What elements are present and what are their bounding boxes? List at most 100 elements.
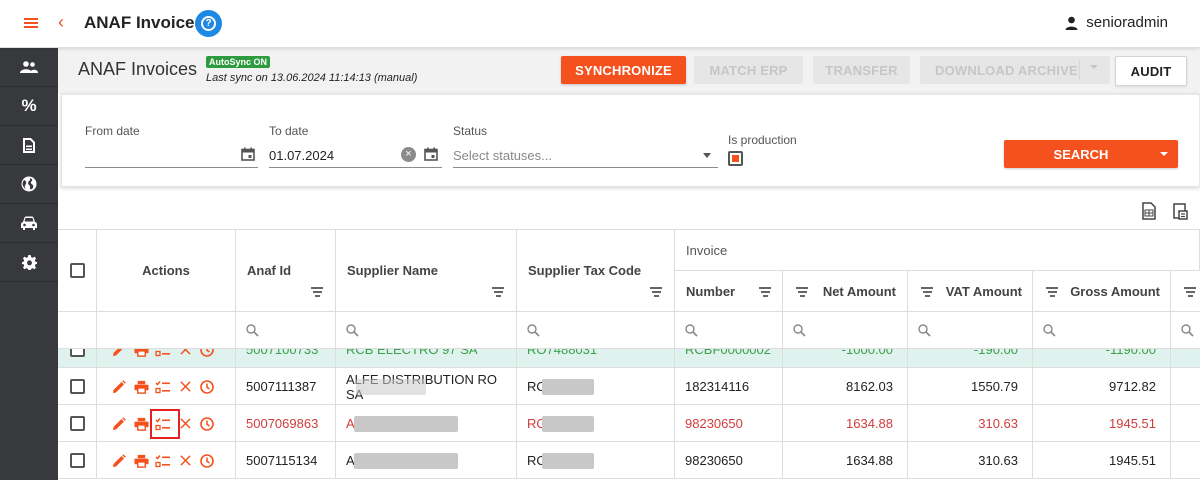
filter-net-amount[interactable]: [783, 312, 908, 349]
sidebar-item-percent[interactable]: %: [0, 87, 58, 126]
transfer-button[interactable]: TRANSFER: [813, 56, 910, 84]
synchronize-button[interactable]: SYNCHRONIZE: [561, 56, 686, 84]
from-date-input[interactable]: [85, 148, 235, 166]
sidebar-item-documents[interactable]: [0, 126, 58, 165]
column-menu-icon[interactable]: [311, 287, 323, 297]
cell-anaf-id: 5007100733: [236, 349, 336, 368]
help-icon[interactable]: ?: [195, 10, 222, 37]
status-label: Status: [453, 124, 488, 138]
calendar-icon[interactable]: [241, 147, 255, 161]
reject-button[interactable]: [177, 453, 193, 469]
vat-amount-header[interactable]: VAT Amount: [908, 271, 1033, 312]
match-erp-button[interactable]: MATCH ERP: [694, 56, 803, 84]
edit-button[interactable]: [111, 379, 127, 395]
print-button[interactable]: [133, 379, 149, 395]
filter-anaf-id[interactable]: [236, 312, 336, 349]
download-dropdown-icon[interactable]: [1090, 65, 1098, 69]
status-select[interactable]: Select statuses...: [453, 148, 552, 163]
column-menu-icon[interactable]: [796, 287, 808, 297]
back-chevron-icon[interactable]: ‹: [58, 12, 64, 33]
cell-value: -1190.00: [1105, 349, 1156, 357]
export-excel-icon[interactable]: [1141, 202, 1157, 220]
redaction-bar: [356, 379, 426, 395]
cell-gross: -1190.00: [1033, 349, 1171, 368]
reject-button[interactable]: [177, 349, 193, 358]
table-row[interactable]: 5007111387 ALFE DISTRIBUTION RO SARO59 182…: [58, 368, 1200, 405]
net-amount-header[interactable]: Net Amount: [783, 271, 908, 312]
status-dropdown-icon[interactable]: [703, 153, 711, 158]
is-production-label: Is production: [728, 133, 797, 147]
cell-net: 1634.88: [783, 405, 908, 442]
number-header-label: Number: [686, 283, 736, 299]
checklist-icon: [155, 349, 171, 357]
cell-vat: -190.00: [908, 349, 1033, 368]
user-menu[interactable]: senioradmin: [1065, 14, 1168, 31]
checklist-button[interactable]: [155, 349, 171, 358]
filter-gross-amount[interactable]: [1033, 312, 1171, 349]
filter-number[interactable]: [675, 312, 783, 349]
supplier-tax-header[interactable]: Supplier Tax Code: [517, 230, 675, 312]
redaction-bar: [542, 453, 594, 469]
search-dropdown-icon[interactable]: [1160, 152, 1168, 156]
edit-button[interactable]: [111, 416, 127, 432]
print-button[interactable]: [133, 416, 149, 432]
filter-supplier-tax[interactable]: [517, 312, 675, 349]
sidebar-item-settings[interactable]: [0, 243, 58, 282]
row-checkbox[interactable]: [69, 416, 85, 431]
filter-supplier-name[interactable]: [336, 312, 517, 349]
history-button[interactable]: [199, 379, 215, 395]
column-menu-icon[interactable]: [759, 287, 771, 297]
table-row[interactable]: 5007115134 AN RO SARO59 98230650 1634.88 310…: [58, 442, 1200, 479]
sidebar-item-globe[interactable]: [0, 165, 58, 204]
next-column-header[interactable]: [1171, 271, 1200, 312]
edit-button[interactable]: [111, 453, 127, 469]
table-row[interactable]: 5007069863 AN RO SARO59 98230650 1634.88 310…: [58, 405, 1200, 442]
gross-amount-header[interactable]: Gross Amount: [1033, 271, 1171, 312]
anaf-id-header-label: Anaf Id: [247, 263, 292, 278]
checklist-button[interactable]: [155, 379, 171, 395]
row-checkbox[interactable]: [69, 349, 85, 357]
edit-icon: [112, 416, 126, 431]
hamburger-menu-icon[interactable]: [24, 15, 38, 31]
row-checkbox[interactable]: [69, 379, 85, 394]
column-menu-icon[interactable]: [1046, 287, 1058, 297]
edit-button[interactable]: [111, 349, 127, 358]
cell-value: 5007100733: [246, 349, 319, 357]
reject-button[interactable]: [177, 379, 193, 395]
column-menu-icon[interactable]: [650, 287, 662, 297]
filter-next-column[interactable]: [1171, 312, 1200, 349]
download-archive-button[interactable]: DOWNLOAD ARCHIVE: [920, 56, 1110, 84]
history-button[interactable]: [199, 349, 215, 358]
close-icon: [179, 418, 191, 429]
print-button[interactable]: [133, 453, 149, 469]
search-button[interactable]: SEARCH: [1004, 140, 1178, 168]
clock-icon: [200, 453, 214, 468]
history-button[interactable]: [199, 453, 215, 469]
print-button[interactable]: [133, 349, 149, 358]
number-header[interactable]: Number: [675, 271, 783, 312]
filter-cell-select: [58, 312, 97, 349]
sidebar-item-vehicles[interactable]: [0, 204, 58, 243]
sidebar-item-users[interactable]: [0, 48, 58, 87]
filter-vat-amount[interactable]: [908, 312, 1033, 349]
checklist-icon: [155, 380, 171, 394]
history-button[interactable]: [199, 416, 215, 432]
calendar-icon[interactable]: [424, 147, 438, 161]
audit-button[interactable]: AUDIT: [1115, 56, 1187, 86]
column-settings-icon[interactable]: [1172, 202, 1188, 220]
column-menu-icon[interactable]: [492, 287, 504, 297]
to-date-input[interactable]: 01.07.2024: [269, 148, 334, 163]
checklist-button[interactable]: [155, 453, 171, 469]
row-checkbox[interactable]: [69, 453, 85, 468]
download-archive-label: DOWNLOAD ARCHIVE: [935, 62, 1078, 78]
table-row[interactable]: 5007100733 RCB ELECTRO 97 SA RO7488031 RCBF…: [58, 349, 1200, 368]
is-production-checkbox[interactable]: [728, 151, 743, 166]
supplier-name-header[interactable]: Supplier Name: [336, 230, 517, 312]
column-menu-icon[interactable]: [921, 287, 933, 297]
column-menu-icon[interactable]: [1184, 287, 1196, 297]
invoice-group-header: Invoice: [675, 230, 1200, 271]
clear-date-icon[interactable]: ×: [401, 147, 416, 162]
cell-supplier-name: AN RO SA: [336, 442, 517, 479]
anaf-id-header[interactable]: Anaf Id: [236, 230, 336, 312]
select-all-checkbox[interactable]: [69, 263, 85, 278]
